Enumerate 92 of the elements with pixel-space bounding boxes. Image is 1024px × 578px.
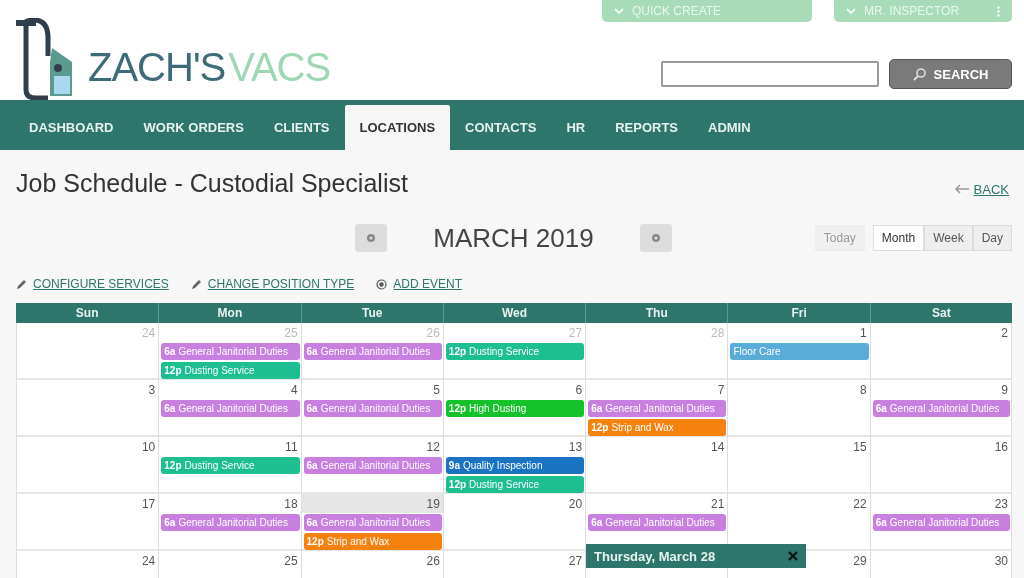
nav-tab[interactable]: REPORTS	[600, 105, 693, 150]
action-link[interactable]: CHANGE POSITION TYPE	[190, 277, 355, 291]
dropdown-menu-button[interactable]: QUICK CREATE	[602, 0, 812, 22]
calendar-event[interactable]: 12p Dusting Service	[161, 457, 300, 474]
day-number: 6	[575, 383, 583, 397]
search-field[interactable]	[661, 61, 879, 87]
view-tab[interactable]: Day	[972, 225, 1012, 251]
dropdown-menu-button[interactable]: MR. INSPECTOR	[834, 0, 1012, 22]
day-number: 1	[860, 326, 867, 340]
calendar-event[interactable]: 6a General Janitorial Duties	[161, 400, 300, 417]
gear-icon	[366, 233, 376, 243]
nav-tab[interactable]: DASHBOARD	[14, 105, 129, 150]
day-number: 30	[994, 554, 1008, 568]
day-number: 13	[568, 440, 583, 454]
day-number: 8	[860, 383, 867, 397]
nav-tab[interactable]: HR	[551, 105, 601, 150]
close-icon[interactable]	[788, 551, 798, 561]
day-number: 28	[711, 326, 725, 340]
calendar-event[interactable]: 12p High Dusting	[445, 400, 585, 417]
search-button[interactable]: SEARCH	[889, 59, 1012, 89]
day-number: 14	[711, 440, 725, 454]
gear-icon	[651, 233, 661, 243]
day-number: 11	[285, 440, 298, 454]
day-number: 27	[568, 326, 583, 340]
day-number: 25	[284, 554, 298, 568]
calendar-event[interactable]: 12p Dusting Service	[161, 362, 300, 379]
day-number: 29	[853, 554, 867, 568]
page-title: Job Schedule - Custodial Specialist	[16, 168, 408, 198]
day-number: 7	[717, 383, 725, 397]
day-number: 19	[426, 497, 440, 511]
calendar-event[interactable]: 6a General Janitorial Duties	[872, 514, 1010, 531]
action-link[interactable]: ADD EVENT	[376, 277, 462, 291]
calendar-event[interactable]: 6a General Janitorial Duties	[161, 514, 300, 531]
day-number: 21	[711, 497, 725, 511]
day-number: 26	[426, 554, 440, 568]
day-number: 18	[284, 497, 298, 511]
brand-name: ZACH'S	[88, 45, 226, 90]
calendar-event[interactable]: 6a General Janitorial Duties	[588, 400, 727, 417]
day-number: 15	[853, 440, 867, 454]
nav-tab[interactable]: CLIENTS	[258, 105, 345, 150]
calendar-event[interactable]: 6a General Janitorial Duties	[588, 514, 727, 531]
next-month-button[interactable]	[640, 224, 672, 252]
calendar-event[interactable]: 12p Strip and Wax	[588, 419, 727, 436]
action-link[interactable]: CONFIGURE SERVICES	[16, 277, 169, 291]
calendar-event[interactable]: 6a General Janitorial Duties	[303, 343, 442, 360]
nav-tab[interactable]: ADMIN	[693, 105, 766, 150]
day-number: 26	[426, 326, 440, 340]
day-number: 16	[994, 440, 1008, 454]
day-number: 9	[1001, 383, 1008, 397]
day-number: 24	[141, 326, 156, 340]
nav-tab[interactable]: CONTACTS	[450, 105, 552, 150]
nav-tab[interactable]: LOCATIONS	[344, 105, 451, 150]
calendar-event[interactable]: 9a Quality Inspection	[445, 457, 585, 474]
day-number: 23	[994, 497, 1008, 511]
weekday-header: Sun	[74, 305, 100, 322]
day-number: 25	[284, 326, 298, 340]
day-number: 12	[426, 440, 440, 454]
calendar-event[interactable]: 6a General Janitorial Duties	[161, 343, 300, 360]
calendar-event[interactable]: 6a General Janitorial Duties	[303, 514, 442, 531]
more-icon	[997, 5, 1000, 17]
calendar-event[interactable]: 6a General Janitorial Duties	[303, 457, 442, 474]
day-number: 3	[148, 383, 156, 397]
nav-tab[interactable]: WORK ORDERS	[128, 105, 259, 150]
day-number: 4	[290, 383, 298, 397]
calendar-event[interactable]: 6a General Janitorial Duties	[303, 400, 442, 417]
chevron-down-icon	[614, 8, 624, 14]
view-tab[interactable]: Month	[872, 225, 925, 251]
day-number: 10	[141, 440, 156, 454]
arrow-left-icon	[953, 184, 970, 194]
pencil-icon	[190, 278, 202, 290]
pencil-icon	[16, 278, 27, 290]
add-icon	[376, 278, 388, 290]
brand-name: VACS	[228, 45, 331, 90]
calendar-event[interactable]: 12p Dusting Service	[445, 476, 585, 493]
popover-title: Thursday, March 28	[594, 548, 716, 564]
month-title: MARCH 2019	[432, 222, 595, 254]
day-number: 27	[568, 554, 583, 568]
back-link[interactable]: BACK	[953, 169, 1009, 197]
calendar-event[interactable]: 12p Strip and Wax	[303, 533, 442, 550]
calendar-event[interactable]: 12p Dusting Service	[445, 343, 585, 360]
view-tab[interactable]: Week	[924, 225, 973, 251]
day-number: 17	[141, 497, 156, 511]
day-number: 24	[141, 554, 156, 568]
chevron-down-icon	[846, 8, 856, 14]
day-number: 22	[853, 497, 867, 511]
previous-month-button[interactable]	[355, 224, 387, 252]
day-number: 20	[568, 497, 583, 511]
day-number: 2	[1001, 326, 1008, 340]
day-number: 5	[433, 383, 440, 397]
calendar-event[interactable]: 6a General Janitorial Duties	[872, 400, 1010, 417]
calendar-event[interactable]: Floor Care	[730, 343, 869, 360]
search-icon	[912, 67, 926, 81]
